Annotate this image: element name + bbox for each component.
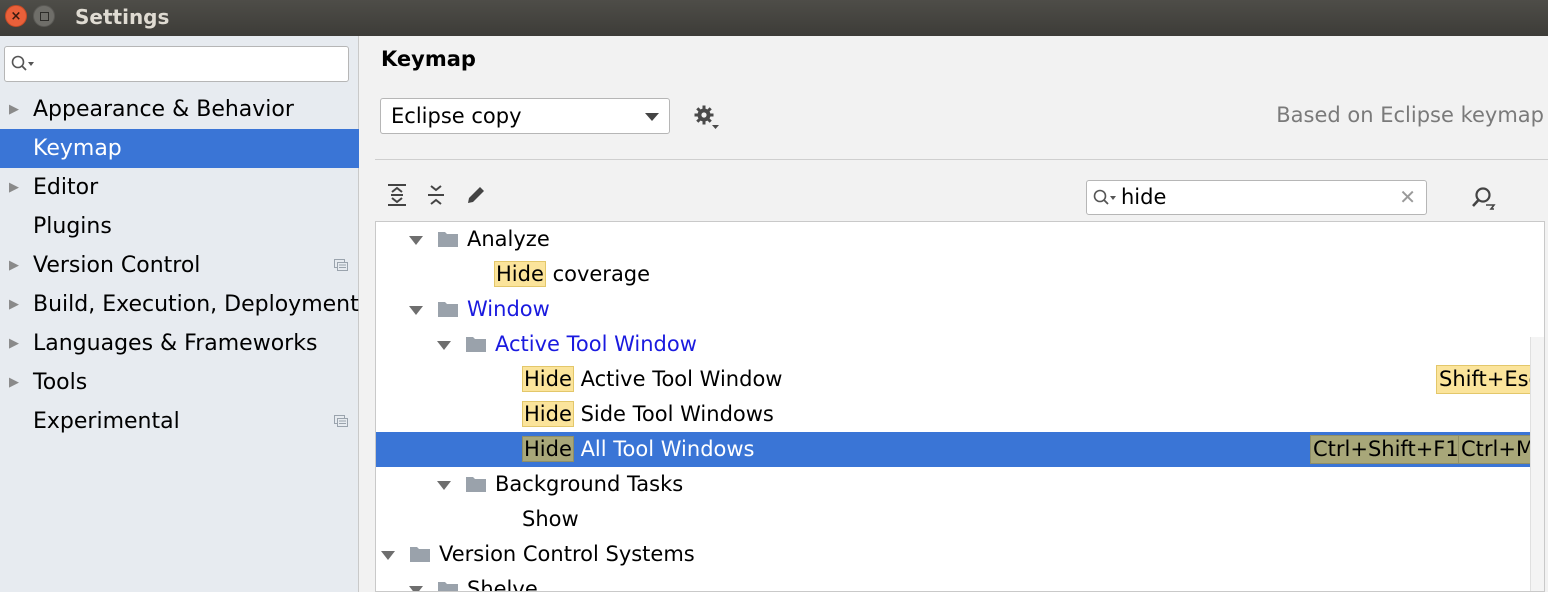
tree-folder-label: Shelve — [467, 577, 538, 592]
search-icon — [11, 55, 34, 71]
search-match-highlight: Hide — [522, 366, 574, 392]
settings-sidebar: ▶ Appearance & Behavior Keymap ▶ Editor … — [0, 36, 359, 592]
tree-scrollbar[interactable] — [1530, 337, 1544, 591]
tree-folder-label: Active Tool Window — [495, 332, 697, 356]
expand-arrow-icon[interactable]: ▶ — [9, 90, 19, 129]
project-settings-icon — [334, 415, 348, 427]
action-name-rest: All Tool Windows — [573, 437, 755, 461]
filter-value: hide — [1121, 185, 1167, 209]
tree-folder-row[interactable]: Version Control Systems — [376, 537, 1531, 572]
folder-icon — [410, 547, 430, 562]
sidebar-item-build-execution-deployment[interactable]: ▶ Build, Execution, Deployment — [0, 285, 359, 324]
tree-action-label: Hide Active Tool Window — [522, 362, 782, 397]
tree-folder-row[interactable]: Shelve — [376, 572, 1531, 592]
project-settings-icon — [334, 259, 348, 271]
expand-all-icon[interactable] — [387, 184, 407, 206]
close-window-button[interactable]: × — [5, 5, 27, 27]
sidebar-item-label: Experimental — [33, 409, 180, 434]
keymap-select-value: Eclipse copy — [391, 104, 522, 128]
sidebar-item-label: Keymap — [33, 136, 122, 161]
action-name-rest: Side Tool Windows — [573, 402, 774, 426]
tree-action-label: Hide Side Tool Windows — [522, 397, 774, 432]
shortcut-badge: Ctrl+Shift+F12 — [1310, 435, 1476, 464]
expanded-arrow-icon[interactable] — [437, 481, 451, 490]
sidebar-item-label: Appearance & Behavior — [33, 97, 294, 122]
tree-folder-label: Background Tasks — [495, 472, 684, 496]
sidebar-item-version-control[interactable]: ▶ Version Control — [0, 246, 359, 285]
maximize-icon — [39, 11, 49, 21]
search-match-highlight: Hide — [522, 401, 574, 427]
expand-arrow-icon[interactable]: ▶ — [9, 246, 19, 285]
expanded-arrow-icon[interactable] — [409, 236, 423, 245]
gear-icon[interactable] — [693, 104, 721, 132]
sidebar-item-languages-frameworks[interactable]: ▶ Languages & Frameworks — [0, 324, 359, 363]
maximize-window-button[interactable] — [33, 5, 55, 27]
tree-action-row[interactable]: Hide coverage — [376, 257, 1531, 292]
sidebar-item-experimental[interactable]: Experimental — [0, 402, 359, 441]
search-match-highlight: Hide — [522, 436, 574, 462]
tree-action-label: Show — [522, 507, 579, 531]
tree-folder-label: Version Control Systems — [439, 542, 695, 566]
search-icon — [1093, 189, 1116, 205]
folder-icon — [466, 477, 486, 492]
sidebar-search-input[interactable] — [4, 46, 349, 82]
folder-icon — [438, 582, 458, 591]
tree-folder-row[interactable]: Active Tool Window — [376, 327, 1531, 362]
sidebar-item-editor[interactable]: ▶ Editor — [0, 168, 359, 207]
sidebar-item-keymap[interactable]: Keymap — [0, 129, 359, 168]
sidebar-item-label: Build, Execution, Deployment — [33, 292, 359, 317]
based-on-label: Based on Eclipse keymap — [1276, 103, 1544, 127]
tree-folder-label: Window — [467, 297, 550, 321]
title-bar: × Settings — [0, 0, 1548, 36]
sidebar-item-label: Tools — [33, 370, 88, 395]
tree-action-row-selected[interactable]: Hide All Tool Windows Ctrl+Shift+F12 Ctr… — [376, 432, 1544, 467]
sidebar-item-label: Plugins — [33, 214, 112, 239]
sidebar-item-label: Version Control — [33, 253, 201, 278]
pencil-icon[interactable] — [465, 184, 487, 206]
keymap-panel: Keymap Eclipse copy Based on Eclipse key… — [360, 36, 1548, 592]
tree-action-label: Hide coverage — [494, 257, 650, 292]
divider — [375, 159, 1548, 160]
sidebar-item-plugins[interactable]: Plugins — [0, 207, 359, 246]
sidebar-item-label: Editor — [33, 175, 99, 200]
expand-arrow-icon[interactable]: ▶ — [9, 168, 19, 207]
tree-action-row[interactable]: Hide Active Tool Window Shift+Esc — [376, 362, 1544, 397]
keymap-tree[interactable]: Analyze Hide coverage Window Active Tool… — [375, 221, 1545, 592]
shortcut-badge: Shift+Esc — [1436, 365, 1544, 394]
tree-action-label: Hide All Tool Windows — [522, 432, 754, 467]
tree-folder-row[interactable]: Background Tasks — [376, 467, 1531, 502]
tree-folder-row[interactable]: Window — [376, 292, 1531, 327]
expanded-arrow-icon[interactable] — [409, 586, 423, 591]
find-shortcut-icon[interactable] — [1470, 186, 1496, 210]
folder-icon — [466, 337, 486, 352]
folder-icon — [438, 232, 458, 247]
window-title: Settings — [75, 5, 170, 29]
keymap-filter-input[interactable]: hide ✕ — [1086, 180, 1427, 215]
action-name-rest: coverage — [545, 262, 651, 286]
shortcut-badge: Ctrl+M — [1458, 435, 1538, 464]
expanded-arrow-icon[interactable] — [409, 306, 423, 315]
expanded-arrow-icon[interactable] — [437, 341, 451, 350]
action-name-rest: Active Tool Window — [573, 367, 783, 391]
collapse-all-icon[interactable] — [426, 184, 446, 206]
sidebar-item-appearance-behavior[interactable]: ▶ Appearance & Behavior — [0, 90, 359, 129]
page-title: Keymap — [381, 47, 476, 71]
clear-icon[interactable]: ✕ — [1399, 181, 1416, 214]
tree-action-row[interactable]: Show — [376, 502, 1531, 537]
sidebar-item-tools[interactable]: ▶ Tools — [0, 363, 359, 402]
tree-folder-row[interactable]: Analyze — [376, 222, 1531, 257]
keymap-select[interactable]: Eclipse copy — [380, 98, 670, 134]
folder-icon — [438, 302, 458, 317]
expand-arrow-icon[interactable]: ▶ — [9, 324, 19, 363]
expand-arrow-icon[interactable]: ▶ — [9, 363, 19, 402]
tree-folder-label: Analyze — [467, 227, 550, 251]
sidebar-item-label: Languages & Frameworks — [33, 331, 318, 356]
chevron-down-icon — [645, 113, 659, 121]
expanded-arrow-icon[interactable] — [381, 551, 395, 560]
tree-action-row[interactable]: Hide Side Tool Windows — [376, 397, 1531, 432]
search-match-highlight: Hide — [494, 261, 546, 287]
expand-arrow-icon[interactable]: ▶ — [9, 285, 19, 324]
